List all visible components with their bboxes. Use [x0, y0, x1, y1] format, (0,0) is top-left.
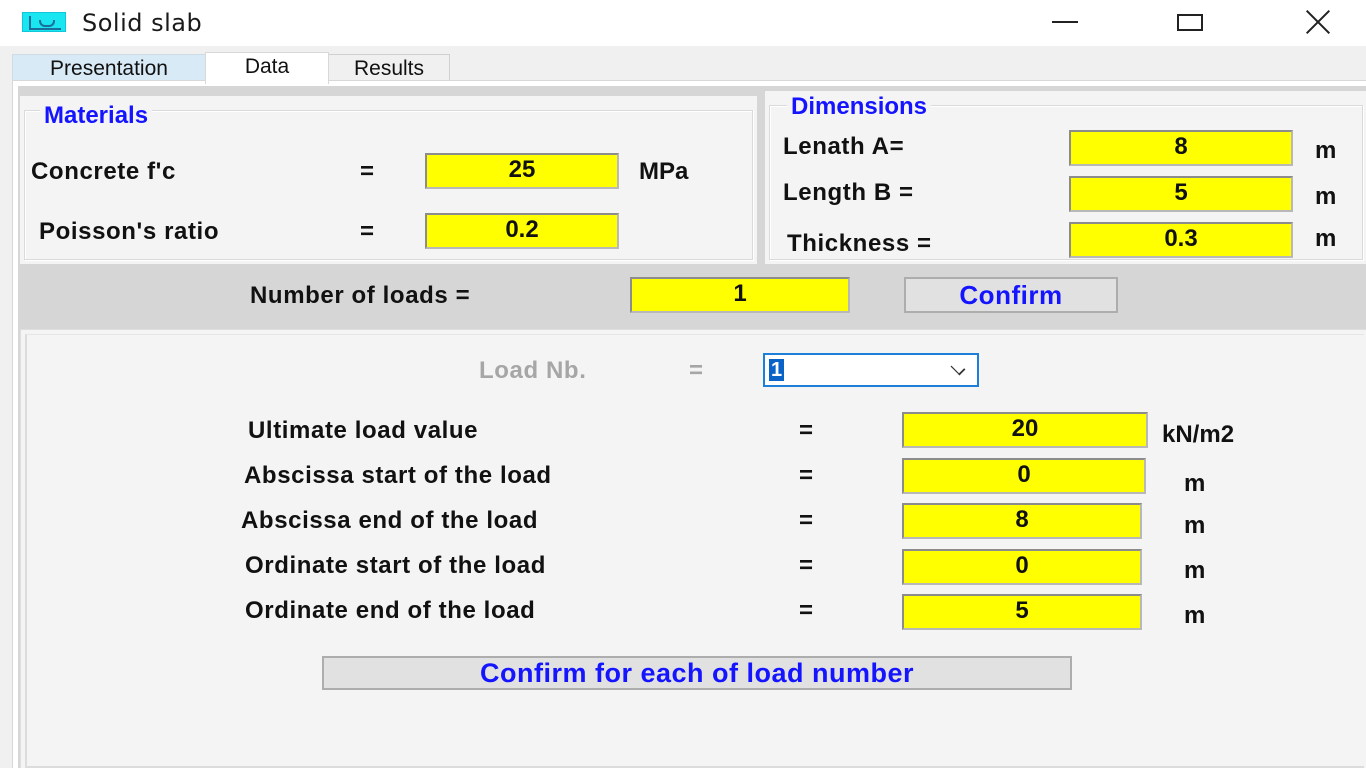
number-of-loads-input[interactable]: 1 — [630, 277, 850, 313]
confirm-button[interactable]: Confirm — [904, 277, 1118, 313]
confirm-each-load-button[interactable]: Confirm for each of load number — [322, 656, 1072, 690]
number-of-loads-label: Number of loads = — [250, 282, 471, 309]
thickness-label: Thickness = — [787, 230, 932, 257]
title-bar: Solid slab — [0, 0, 1366, 46]
load-detail-panel: Load Nb. = 1 Ultimate load value = 20 kN… — [20, 329, 1366, 768]
chevron-down-icon[interactable] — [950, 360, 966, 376]
ordinate-end-label: Ordinate end of the load — [245, 597, 536, 624]
abscissa-start-unit: m — [1184, 470, 1206, 497]
ordinate-start-equals: = — [799, 552, 814, 579]
tab-data[interactable]: Data — [205, 52, 329, 84]
maximize-icon — [1177, 13, 1203, 31]
concrete-fc-unit: MPa — [639, 158, 689, 185]
concrete-fc-input[interactable]: 25 — [425, 153, 619, 189]
dimensions-legend: Dimensions — [787, 93, 932, 121]
length-a-input[interactable]: 8 — [1069, 130, 1293, 166]
thickness-unit: m — [1315, 225, 1337, 252]
ordinate-end-unit: m — [1184, 602, 1206, 629]
close-button[interactable] — [1283, 0, 1353, 44]
abscissa-start-equals: = — [799, 462, 814, 489]
materials-legend: Materials — [40, 102, 153, 130]
load-nb-label: Load Nb. — [479, 357, 587, 384]
length-a-unit: m — [1315, 137, 1337, 164]
tab-presentation[interactable]: Presentation — [12, 54, 206, 82]
thickness-input[interactable]: 0.3 — [1069, 222, 1293, 258]
window-title: Solid slab — [82, 9, 203, 37]
page-content: Materials Concrete f'c = 25 MPa Poisson'… — [18, 86, 1366, 768]
poisson-ratio-label: Poisson's ratio — [39, 218, 220, 245]
load-nb-equals: = — [689, 357, 704, 384]
abscissa-end-input[interactable]: 8 — [902, 503, 1142, 539]
abscissa-end-unit: m — [1184, 512, 1206, 539]
ultimate-load-label: Ultimate load value — [248, 417, 479, 444]
loads-bar: Number of loads = 1 Confirm — [18, 264, 1366, 326]
tab-results[interactable]: Results — [328, 54, 450, 82]
ordinate-end-input[interactable]: 5 — [902, 594, 1142, 630]
ordinate-end-equals: = — [799, 597, 814, 624]
poisson-ratio-input[interactable]: 0.2 — [425, 213, 619, 249]
ordinate-start-label: Ordinate start of the load — [245, 552, 546, 579]
close-icon — [1304, 8, 1332, 36]
minimize-button[interactable] — [1030, 0, 1100, 44]
concrete-fc-label: Concrete f'c — [31, 158, 176, 185]
app-icon — [22, 12, 66, 32]
load-nb-dropdown[interactable]: 1 — [763, 353, 979, 387]
length-b-unit: m — [1315, 183, 1337, 210]
tab-page-data: Materials Concrete f'c = 25 MPa Poisson'… — [12, 80, 1366, 768]
abscissa-start-input[interactable]: 0 — [902, 458, 1146, 494]
materials-group: Materials Concrete f'c = 25 MPa Poisson'… — [20, 96, 757, 264]
ordinate-start-unit: m — [1184, 557, 1206, 584]
length-a-label: Lenath A= — [783, 133, 905, 160]
abscissa-end-label: Abscissa end of the load — [241, 507, 539, 534]
ordinate-start-input[interactable]: 0 — [902, 549, 1142, 585]
abscissa-start-label: Abscissa start of the load — [244, 462, 552, 489]
load-detail-frame — [25, 334, 1364, 768]
maximize-button[interactable] — [1155, 0, 1225, 44]
minimize-icon — [1052, 21, 1078, 23]
length-b-input[interactable]: 5 — [1069, 176, 1293, 212]
ultimate-load-equals: = — [799, 417, 814, 444]
ultimate-load-input[interactable]: 20 — [902, 412, 1148, 448]
load-nb-selected: 1 — [769, 359, 785, 381]
dimensions-group: Dimensions Lenath A= 8 m Length B = 5 m … — [765, 91, 1366, 264]
concrete-fc-equals: = — [360, 158, 375, 185]
client-area: Presentation Data Results Materials Conc… — [0, 46, 1366, 768]
tab-strip: Presentation Data Results — [12, 52, 450, 84]
ultimate-load-unit: kN/m2 — [1162, 421, 1235, 448]
abscissa-end-equals: = — [799, 507, 814, 534]
poisson-ratio-equals: = — [360, 218, 375, 245]
length-b-label: Length B = — [783, 179, 914, 206]
